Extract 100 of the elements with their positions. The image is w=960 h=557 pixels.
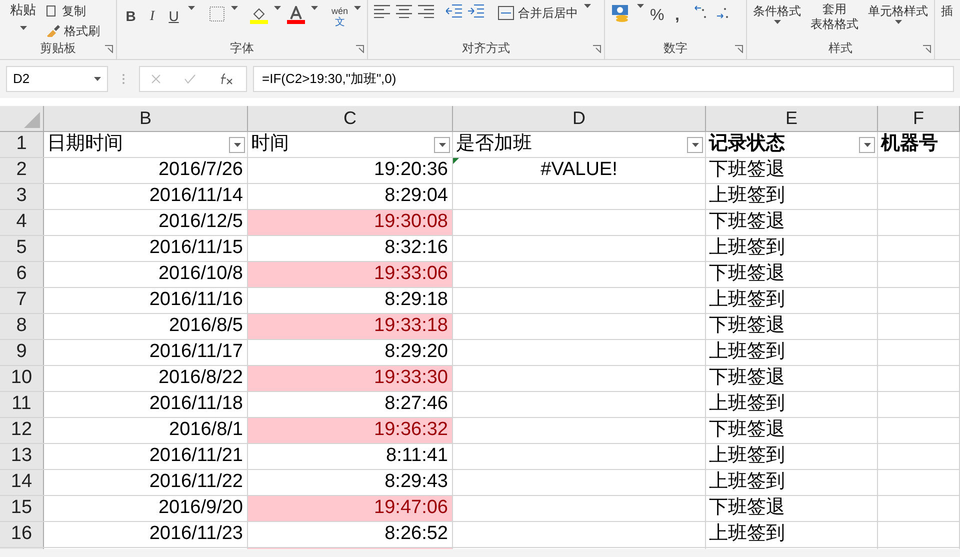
format-as-table-button[interactable]: 套用 表格格式	[810, 2, 858, 32]
caret-icon	[274, 6, 280, 10]
cell-text: 上班签到	[709, 392, 785, 416]
table-cell: 19:33:06	[248, 262, 453, 287]
filter-dropdown-icon[interactable]	[859, 136, 875, 152]
caret-icon	[188, 6, 194, 10]
table-cell: 19:30:08	[248, 210, 453, 235]
cell-text: 2016/11/15	[149, 236, 243, 260]
comma-button[interactable]: ,	[670, 4, 684, 28]
increase-indent-icon[interactable]	[468, 4, 484, 18]
cell-text: 上班签到	[709, 288, 785, 312]
cell-text: 2016/11/18	[149, 392, 243, 416]
table-cell: 8:29:43	[248, 470, 453, 495]
check-icon[interactable]	[184, 74, 196, 84]
header-cell-text: 日期时间	[47, 132, 123, 156]
column-header[interactable]: F	[878, 106, 960, 131]
cell-text: 下班签退	[709, 418, 785, 442]
copy-button[interactable]: 复制	[46, 2, 100, 20]
column-header[interactable]: D	[453, 106, 706, 131]
row-header[interactable]: 11	[0, 392, 44, 417]
row-header[interactable]: 1	[0, 132, 44, 157]
group-label: 字体	[230, 40, 254, 57]
row-header[interactable]: 9	[0, 340, 44, 365]
row-header[interactable]: 10	[0, 366, 44, 391]
caret-icon	[94, 77, 101, 81]
cell-text: 2016/11/17	[149, 340, 243, 364]
table-cell: 19:36:32	[248, 418, 453, 443]
cell-text: 2016/7/26	[158, 158, 243, 182]
italic-button[interactable]: I	[144, 6, 160, 27]
font-color-icon[interactable]	[286, 6, 304, 24]
paste-button[interactable]: 粘贴	[6, 0, 40, 30]
borders-icon[interactable]	[208, 6, 224, 22]
row-header[interactable]: 6	[0, 262, 44, 287]
filter-dropdown-icon[interactable]	[229, 136, 245, 152]
caret-icon	[310, 6, 318, 10]
align-left-icon[interactable]	[374, 4, 390, 18]
row-header[interactable]: 5	[0, 236, 44, 261]
merge-center-button[interactable]: 合并后居中	[498, 4, 578, 22]
column-header[interactable]: B	[44, 106, 248, 131]
phonetic-button[interactable]: wén 文	[332, 6, 348, 28]
cell-text: 2016/8/1	[169, 418, 243, 442]
table-cell: 8:26:52	[248, 522, 453, 547]
align-right-icon[interactable]	[418, 4, 434, 18]
cell-text: #VALUE!	[540, 158, 618, 182]
cell-text: 下班签退	[709, 262, 785, 286]
column-header[interactable]: C	[248, 106, 453, 131]
paintbrush-icon	[46, 25, 60, 37]
cell-text: 2016/11/16	[149, 288, 243, 312]
align-center-icon[interactable]	[396, 4, 412, 18]
underline-button[interactable]: U	[166, 6, 182, 27]
formula-field[interactable]: =IF(C2>19:30,"加班",0)	[253, 66, 954, 92]
filter-dropdown-icon[interactable]	[434, 136, 450, 152]
insert-button[interactable]: 插	[941, 2, 953, 20]
caret-icon	[20, 26, 26, 30]
table-cell: 8:29:04	[248, 184, 453, 209]
caret-icon	[354, 6, 362, 10]
row-header[interactable]: 8	[0, 314, 44, 339]
group-label: 样式	[828, 40, 852, 57]
launcher-icon[interactable]	[923, 45, 931, 53]
bold-button[interactable]: B	[123, 6, 138, 27]
filter-dropdown-icon[interactable]	[687, 136, 703, 152]
decrease-indent-icon[interactable]	[446, 4, 462, 18]
cell-text: 2016/11/21	[149, 444, 243, 468]
launcher-icon[interactable]	[593, 45, 601, 53]
row-header[interactable]: 2	[0, 158, 44, 183]
header-cell-text: 记录状态	[709, 132, 785, 156]
header-cell-text: 机器号	[881, 132, 938, 156]
row-header[interactable]: 13	[0, 444, 44, 469]
name-box[interactable]: D2	[6, 66, 108, 92]
row-header[interactable]: 12	[0, 418, 44, 443]
conditional-format-button[interactable]: 条件格式	[753, 2, 801, 24]
fill-color-icon[interactable]	[250, 6, 268, 24]
caret-icon	[637, 4, 644, 8]
percent-button[interactable]: %	[650, 4, 664, 28]
cell-text: 下班签退	[709, 210, 785, 234]
table-cell: 19:33:30	[248, 366, 453, 391]
table-cell: 8:11:41	[248, 444, 453, 469]
launcher-icon[interactable]	[735, 45, 743, 53]
cell-styles-button[interactable]: 单元格样式	[868, 2, 928, 24]
launcher-icon[interactable]	[105, 45, 113, 53]
cell-text: 下班签退	[709, 496, 785, 520]
launcher-icon[interactable]	[356, 45, 364, 53]
cell-text: 2016/8/5	[169, 314, 243, 338]
row-header[interactable]: 4	[0, 210, 44, 235]
column-header[interactable]: E	[706, 106, 878, 131]
function-icon[interactable]	[218, 73, 235, 85]
row-header[interactable]: 14	[0, 470, 44, 495]
row-header[interactable]: 7	[0, 288, 44, 313]
format-painter-button[interactable]: 格式刷	[46, 22, 100, 40]
row-header[interactable]: 16	[0, 522, 44, 547]
caret-icon	[894, 20, 902, 24]
group-label: 对齐方式	[462, 40, 510, 57]
cell-text: 上班签到	[709, 522, 785, 546]
row-header[interactable]: 3	[0, 184, 44, 209]
row-header[interactable]: 15	[0, 496, 44, 521]
currency-icon[interactable]	[611, 4, 631, 22]
cell-text: 上班签到	[709, 184, 785, 208]
cell-text: 下班签退	[709, 314, 785, 338]
cell-text: 下班签退	[709, 158, 785, 182]
group-label: 数字	[664, 40, 688, 57]
